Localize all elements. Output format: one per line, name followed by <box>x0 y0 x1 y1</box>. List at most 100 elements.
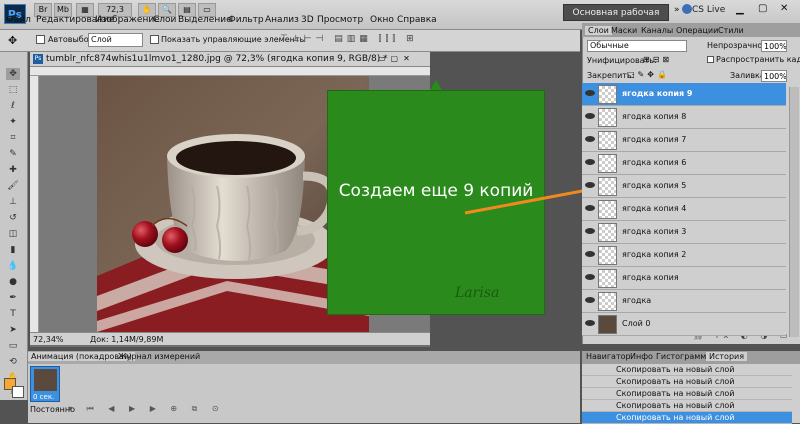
layer-row[interactable]: ягодка копия <box>582 267 786 290</box>
playback-controls[interactable]: ▾ ⏮ ◀ ▶ ▶ ⊕ ⧉ ⊙ <box>68 404 225 414</box>
layer-row[interactable]: ягодка копия 5 <box>582 175 786 198</box>
eye-icon[interactable] <box>585 320 595 326</box>
type-tool-icon[interactable]: T <box>6 308 20 320</box>
tab-navigator[interactable]: Навигатор <box>586 352 631 361</box>
eye-icon[interactable] <box>585 297 595 303</box>
history-item[interactable]: Скопировать на новый слой <box>582 388 792 400</box>
minimize-icon[interactable]: ▁ <box>736 4 744 15</box>
workspace-chevron-icon[interactable]: » <box>674 5 680 15</box>
eye-icon[interactable] <box>585 113 595 119</box>
layer-row[interactable]: ягодка копия 4 <box>582 198 786 221</box>
frame-delay[interactable]: 0 сек. <box>33 393 54 401</box>
close-icon[interactable]: ✕ <box>780 3 788 14</box>
magic-wand-icon[interactable]: ✦ <box>6 116 20 128</box>
gradient-tool-icon[interactable]: ▮ <box>6 244 20 256</box>
3d-rotate-icon[interactable]: ⟲ <box>6 356 20 368</box>
eye-icon[interactable] <box>585 182 595 188</box>
eye-icon[interactable] <box>585 205 595 211</box>
pen-tool-icon[interactable]: ✒ <box>6 292 20 304</box>
layer-row[interactable]: ягодка копия 8 <box>582 106 786 129</box>
eye-icon[interactable] <box>585 228 595 234</box>
eraser-tool-icon[interactable]: ◫ <box>6 228 20 240</box>
autoselect-checkbox[interactable] <box>36 35 45 44</box>
layer-name: ягодка копия <box>622 273 679 282</box>
history-brush-icon[interactable]: ↺ <box>6 212 20 224</box>
blend-mode-select[interactable]: Обычные <box>587 40 687 52</box>
dodge-tool-icon[interactable]: ● <box>6 276 20 288</box>
tab-channels[interactable]: Каналы <box>641 26 673 35</box>
document-tab[interactable]: tumblr_nfc874whis1u1lmvo1_1280.jpg @ 72,… <box>30 52 430 67</box>
menu-3d[interactable]: 3D <box>301 15 314 25</box>
ps-document-icon: Ps <box>33 54 43 64</box>
eye-icon[interactable] <box>585 159 595 165</box>
move-tool-icon[interactable]: ✥ <box>6 68 20 80</box>
tab-styles[interactable]: Стили <box>718 26 744 35</box>
menu-image[interactable]: Изображение <box>95 15 160 25</box>
move-tool-icon[interactable]: ✥ <box>8 34 17 47</box>
menu-analysis[interactable]: Анализ <box>265 15 299 25</box>
eye-icon[interactable] <box>585 251 595 257</box>
tab-layers[interactable]: Слои <box>585 26 612 35</box>
history-item[interactable]: Скопировать на новый слой <box>582 364 792 376</box>
fill-field[interactable] <box>761 70 787 82</box>
blur-tool-icon[interactable]: 💧 <box>6 260 20 272</box>
layer-row[interactable]: ягодка копия 3 <box>582 221 786 244</box>
eyedropper-icon[interactable]: ✎ <box>6 148 20 160</box>
path-select-icon[interactable]: ➤ <box>6 324 20 336</box>
opacity-field[interactable] <box>761 40 787 52</box>
layer-row[interactable]: ягодка <box>582 290 786 313</box>
watermark-signature: Larisa <box>455 285 500 301</box>
maximize-icon[interactable]: ▢ <box>758 3 767 14</box>
brush-tool-icon[interactable]: 🖌 <box>6 180 20 192</box>
history-item[interactable]: Скопировать на новый слой <box>582 376 792 388</box>
zoom-status[interactable]: 72,34% <box>33 333 64 346</box>
options-bar: ✥ Автовыбор: Слой Показать управляющие э… <box>0 30 580 52</box>
autoselect-select[interactable]: Слой <box>88 33 143 47</box>
tab-history[interactable]: История <box>706 352 748 361</box>
menu-filter[interactable]: Фильтр <box>228 15 264 25</box>
menu-view[interactable]: Просмотр <box>317 15 363 25</box>
vertical-ruler <box>30 76 39 332</box>
layers-scrollbar[interactable] <box>789 87 799 337</box>
layer-row[interactable]: ягодка копия 7 <box>582 129 786 152</box>
layer-thumbnail <box>598 131 617 150</box>
tab-measurement-log[interactable]: Журнал измерений <box>118 352 200 361</box>
layer-row[interactable]: ягодка копия 9 <box>582 83 786 106</box>
tab-info[interactable]: Инфо <box>630 352 653 361</box>
layer-row[interactable]: Слой 0 <box>582 313 786 336</box>
unify-icons[interactable]: ⊞⊟⊠ <box>643 55 672 64</box>
tab-actions[interactable]: Операции <box>676 26 718 35</box>
marquee-tool-icon[interactable]: ⬚ <box>6 84 20 96</box>
menu-file[interactable]: Файл <box>6 15 31 25</box>
document-window-controls[interactable]: ▭▢✕ <box>378 54 415 63</box>
crop-tool-icon[interactable]: ⌗ <box>6 132 20 144</box>
layer-name: ягодка копия 8 <box>622 112 687 121</box>
align-icons[interactable]: ⊤⊥⊢⊣ ▤▥▦ ⫿⫿⫿ ⊞ <box>280 34 418 44</box>
layer-name: ягодка копия 3 <box>622 227 687 236</box>
shape-tool-icon[interactable]: ▭ <box>6 340 20 352</box>
show-controls-checkbox[interactable] <box>150 35 159 44</box>
layer-name: ягодка копия 4 <box>622 204 687 213</box>
menu-layers[interactable]: Слои <box>153 15 176 25</box>
history-item[interactable]: Скопировать на новый слой <box>582 412 792 424</box>
history-item[interactable]: Скопировать на новый слой <box>582 400 792 412</box>
layer-row[interactable]: ягодка копия 6 <box>582 152 786 175</box>
menu-help[interactable]: Справка <box>397 15 437 25</box>
menu-window[interactable]: Окно <box>370 15 394 25</box>
healing-brush-icon[interactable]: ✚ <box>6 164 20 176</box>
layer-row[interactable]: ягодка копия 2 <box>582 244 786 267</box>
background-color-swatch[interactable] <box>12 386 24 398</box>
menu-select[interactable]: Выделение <box>178 15 232 25</box>
tab-histogram[interactable]: Гистограмма <box>656 352 711 361</box>
eye-icon[interactable] <box>585 274 595 280</box>
lasso-tool-icon[interactable]: ℓ <box>6 100 20 112</box>
clone-stamp-icon[interactable]: ⊥ <box>6 196 20 208</box>
workspace-button[interactable]: Основная рабочая среда <box>563 4 669 35</box>
eye-icon[interactable] <box>585 90 595 96</box>
cslive-button[interactable]: CS Live <box>692 5 725 15</box>
animation-frame-1[interactable]: 0 сек. <box>30 366 60 402</box>
propagate-frame-checkbox[interactable] <box>707 56 714 63</box>
lock-icons[interactable]: □✎✥🔒 <box>627 70 670 79</box>
eye-icon[interactable] <box>585 136 595 142</box>
tab-masks[interactable]: Маски <box>611 26 637 35</box>
